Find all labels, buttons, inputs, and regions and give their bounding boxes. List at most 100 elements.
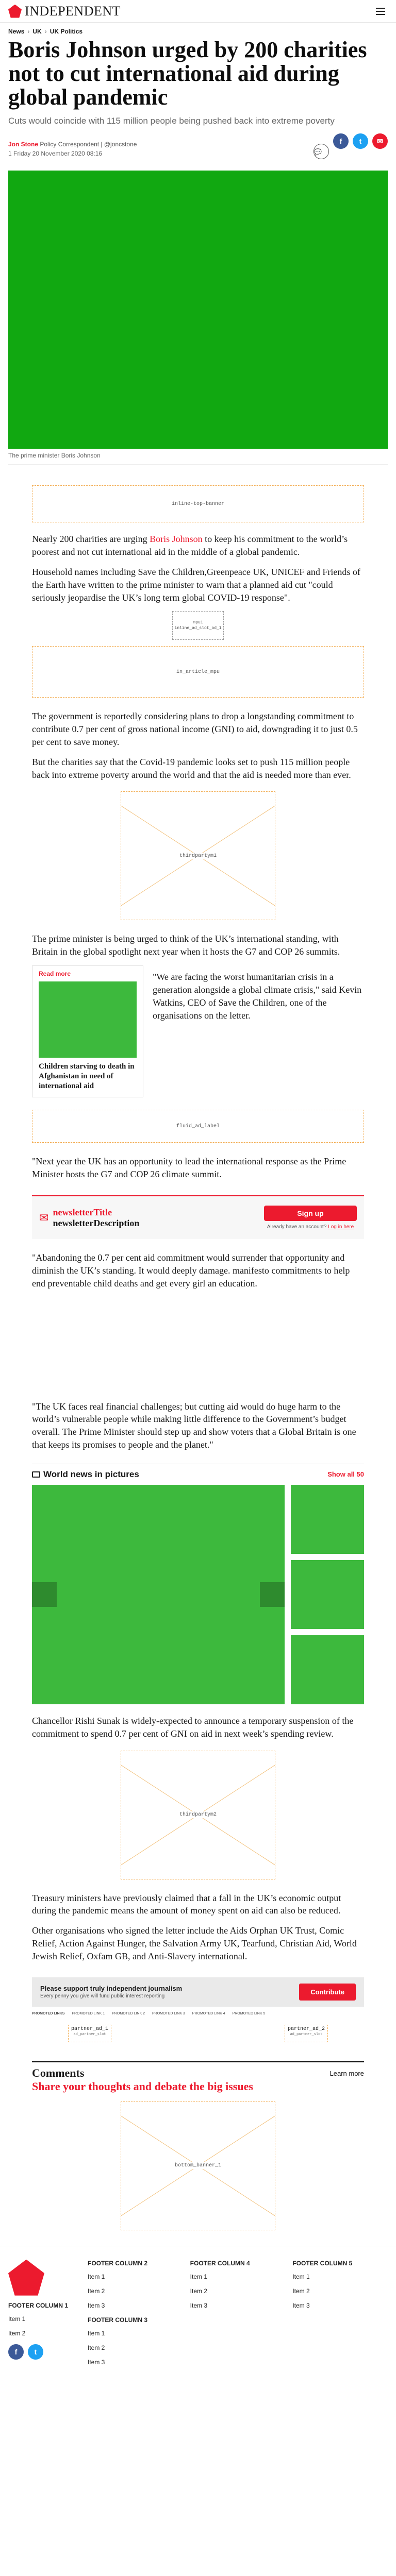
show-all-link[interactable]: Show all 50 <box>327 1470 364 1478</box>
ad-label: mpu1 <box>193 620 203 625</box>
support-title: Please support truly independent journal… <box>40 1985 183 1993</box>
ad-slot-mpu[interactable]: mpu1 inline_ad_slot_ad_1 <box>172 611 224 640</box>
newsletter-signup: ✉ newsletterTitle newsletterDescription … <box>32 1195 364 1240</box>
learn-more-link[interactable]: Learn more <box>330 2066 364 2077</box>
support-subtitle: Every penny you give will fund public in… <box>40 1993 165 1999</box>
twitter-icon[interactable]: t <box>28 2344 43 2360</box>
ad-label: ad_partner_slot <box>73 2032 106 2037</box>
breadcrumb-separator: › <box>27 28 30 35</box>
ad-slot-top[interactable]: inline-top-banner <box>32 485 364 523</box>
footer-link[interactable]: Item 2 <box>190 2287 286 2295</box>
byline-row: Jon Stone Policy Correspondent | @joncst… <box>0 127 396 168</box>
ad-slot-fluid[interactable]: fluid_ad_label <box>32 1110 364 1143</box>
footer-link[interactable]: Item 1 <box>292 2273 388 2280</box>
promoted-link[interactable]: Promoted Link 1 <box>72 2012 105 2015</box>
promoted-link[interactable]: Promoted Link 5 <box>233 2012 266 2015</box>
promoted-links: PROMOTED LINKS Promoted Link 1 Promoted … <box>32 2011 364 2021</box>
partner-ad-2[interactable]: partner_ad_2 ad_partner_slot <box>285 2024 328 2042</box>
ad-label: partner_ad_2 <box>287 2026 325 2032</box>
previous-arrow-icon[interactable] <box>32 1582 57 1607</box>
ad-slot-bottom[interactable]: bottom_banner_1 <box>121 2101 275 2230</box>
ad-slot-thirdparty-1[interactable]: thirdpartym1 <box>121 791 275 921</box>
newsletter-actions: Sign up Already have an account? Log in … <box>264 1206 357 1230</box>
footer-link[interactable]: Item 3 <box>88 2359 183 2366</box>
gallery-thumbnail[interactable] <box>291 1560 364 1629</box>
breadcrumb: News › UK › UK Politics <box>0 23 396 35</box>
paragraph-text: Nearly 200 charities are urging <box>32 534 150 545</box>
gallery-thumbnail[interactable] <box>291 1635 364 1704</box>
gallery-main-image[interactable] <box>32 1484 285 1704</box>
newsletter-account: Already have an account? Log in here <box>264 1224 357 1230</box>
footer-link[interactable]: Item 1 <box>190 2273 286 2280</box>
footer-link[interactable]: Item 1 <box>88 2273 183 2280</box>
footer-column-title: FOOTER COLUMN 2 <box>88 2259 147 2267</box>
footer-link[interactable]: Item 3 <box>88 2302 183 2309</box>
boris-johnson-link[interactable]: Boris Johnson <box>150 534 203 544</box>
contribute-button[interactable]: Contribute <box>299 1983 356 2001</box>
paragraph: Nearly 200 charities are urging Boris Jo… <box>32 533 364 558</box>
hamburger-icon[interactable] <box>373 4 388 19</box>
quote-text: "We are facing the worst humanitarian cr… <box>153 972 362 1021</box>
paragraph: "Next year the UK has an opportunity to … <box>32 1156 346 1180</box>
comments-section: Comments Share your thoughts and debate … <box>32 2060 364 2093</box>
footer-column-1: FOOTER COLUMN 1 Item 1 Item 2 <box>8 2302 80 2337</box>
footer-social: f t <box>8 2344 80 2360</box>
author-link[interactable]: Jon Stone <box>8 141 38 148</box>
comments-heading: Comments Share your thoughts and debate … <box>32 2066 253 2093</box>
sign-up-button[interactable]: Sign up <box>264 1206 357 1222</box>
email-icon[interactable]: ✉ <box>372 133 388 149</box>
paragraph: "Abandoning the 0.7 per cent aid commitm… <box>32 1252 350 1289</box>
ad-slot-in-article[interactable]: in_article_mpu <box>32 646 364 698</box>
article-headline: Boris Johnson urged by 200 charities not… <box>8 37 367 110</box>
footer-link[interactable]: Item 2 <box>88 2344 183 2351</box>
gallery-title-text: World news in pictures <box>43 1469 139 1479</box>
ad-label: inline_ad_slot_ad_1 <box>174 626 222 631</box>
comments-subtitle: Share your thoughts and debate the big i… <box>32 2079 253 2093</box>
footer-link[interactable]: Item 3 <box>292 2302 388 2309</box>
newsletter-info: ✉ newsletterTitle newsletterDescription <box>39 1207 139 1229</box>
login-link[interactable]: Log in here <box>328 1224 354 1230</box>
promoted-link[interactable]: Promoted Link 4 <box>192 2012 225 2015</box>
gallery-body <box>32 1484 364 1704</box>
share-buttons: 💬 f t ✉ <box>314 133 388 164</box>
paragraph: "The UK faces real financial challenges;… <box>32 1401 356 1450</box>
footer-link[interactable]: Item 1 <box>88 2330 183 2337</box>
footer-column-2-3: FOOTER COLUMN 2 Item 1 Item 2 Item 3 FOO… <box>88 2260 183 2373</box>
footer-column-3: FOOTER COLUMN 3 Item 1 Item 2 Item 3 <box>88 2316 183 2373</box>
promoted-link[interactable]: Promoted Link 2 <box>112 2012 145 2015</box>
partner-ads: partner_ad_1 ad_partner_slot partner_ad_… <box>32 2021 364 2050</box>
read-more-card[interactable]: Read more Children starving to death in … <box>32 965 143 1098</box>
breadcrumb-uk-politics[interactable]: UK Politics <box>50 28 82 35</box>
newsletter-description: newsletterDescription <box>53 1217 140 1228</box>
gallery-thumbnails <box>291 1484 364 1704</box>
eagle-logo-icon[interactable] <box>8 2259 44 2296</box>
facebook-icon[interactable]: f <box>333 133 349 149</box>
footer-link[interactable]: Item 1 <box>8 2315 80 2323</box>
world-news-gallery: World news in pictures Show all 50 <box>32 1463 364 1704</box>
breadcrumb-news[interactable]: News <box>8 28 24 35</box>
support-banner: Please support truly independent journal… <box>32 1977 364 2007</box>
footer-column-title: FOOTER COLUMN 3 <box>88 2316 147 2324</box>
footer-link[interactable]: Item 2 <box>88 2287 183 2295</box>
paragraph: Other organisations who signed the lette… <box>32 1925 357 1961</box>
breadcrumb-uk[interactable]: UK <box>32 28 41 35</box>
ad-label: inline-top-banner <box>169 500 227 507</box>
site-footer: FOOTER COLUMN 1 Item 1 Item 2 f t FOOTER… <box>0 2245 396 2373</box>
comments-icon[interactable]: 💬 <box>314 144 329 160</box>
footer-link[interactable]: Item 3 <box>190 2302 286 2309</box>
ad-slot-thirdparty-2[interactable]: thirdpartym2 <box>121 1750 275 1879</box>
next-arrow-icon[interactable] <box>260 1582 285 1607</box>
partner-ad-1[interactable]: partner_ad_1 ad_partner_slot <box>68 2024 111 2042</box>
gallery-thumbnail[interactable] <box>291 1484 364 1554</box>
footer-link[interactable]: Item 2 <box>8 2330 80 2337</box>
footer-link[interactable]: Item 2 <box>292 2287 388 2295</box>
twitter-icon[interactable]: t <box>353 133 368 149</box>
article-standfirst: Cuts would coincide with 115 million peo… <box>8 115 335 126</box>
ad-label: bottom_banner_1 <box>172 2162 223 2170</box>
read-more-row: Read more Children starving to death in … <box>32 965 364 1098</box>
read-more-title: Children starving to death in Afghanista… <box>39 1062 135 1090</box>
facebook-icon[interactable]: f <box>8 2344 24 2360</box>
footer-brand: FOOTER COLUMN 1 Item 1 Item 2 f t <box>8 2259 80 2373</box>
promoted-link[interactable]: Promoted Link 3 <box>152 2012 185 2015</box>
site-logo[interactable]: INDEPENDENT <box>8 4 121 19</box>
